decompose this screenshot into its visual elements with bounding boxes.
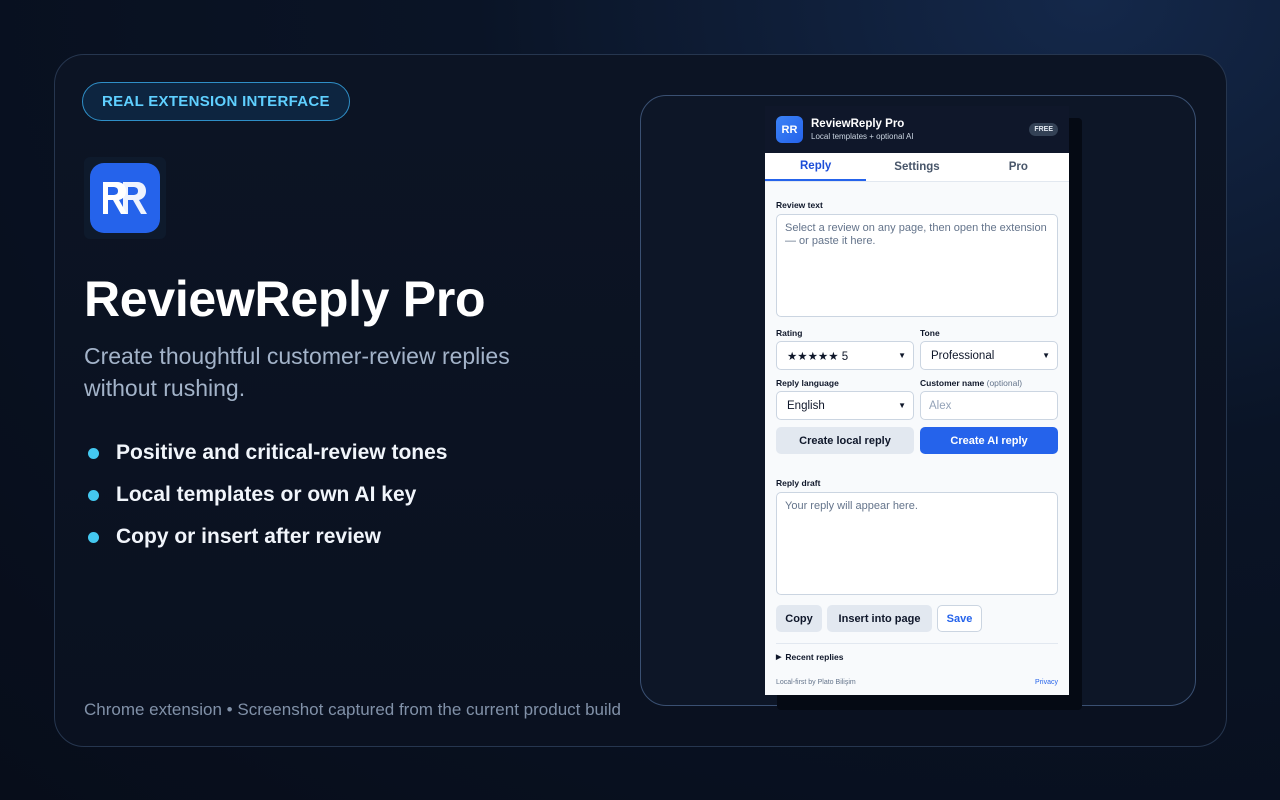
popup-header: RR ReviewReply Pro Local templates + opt… <box>765 106 1069 153</box>
dot-icon <box>88 489 99 501</box>
divider <box>776 643 1058 644</box>
chevron-down-icon: ▼ <box>898 401 906 410</box>
reply-draft-textarea[interactable]: Your reply will appear here. <box>776 492 1058 595</box>
popup-body: Review text Select a review on any page,… <box>765 182 1069 695</box>
extension-popup: RR ReviewReply Pro Local templates + opt… <box>765 106 1069 695</box>
feature-text: Positive and critical-review tones <box>116 441 448 464</box>
customer-name-label-text: Customer name <box>920 378 985 388</box>
tab-settings[interactable]: Settings <box>866 153 967 181</box>
popup-footer-credit: Local-first by Plato Bilişim <box>776 679 856 686</box>
popup-tabs: Reply Settings Pro <box>765 153 1069 182</box>
language-label: Reply language <box>776 378 839 388</box>
tab-reply[interactable]: Reply <box>765 153 867 181</box>
feature-item: Copy or insert after review <box>86 516 447 558</box>
triangle-right-icon: ▶ <box>776 654 782 661</box>
chevron-down-icon: ▼ <box>898 351 906 360</box>
copy-button[interactable]: Copy <box>776 605 822 632</box>
optional-hint: (optional) <box>986 378 1023 388</box>
create-local-reply-button[interactable]: Create local reply <box>776 427 914 454</box>
product-subtitle: Create thoughtful customer-review replie… <box>84 343 510 401</box>
feature-list: Positive and critical-review tones Local… <box>86 432 447 558</box>
rr-monogram-icon <box>90 163 160 233</box>
customer-name-input[interactable]: Alex <box>920 391 1058 420</box>
create-ai-reply-button[interactable]: Create AI reply <box>920 427 1058 454</box>
customer-name-label: Customer name (optional) <box>920 378 1022 388</box>
language-select[interactable]: English ▼ <box>776 391 914 420</box>
tab-pro[interactable]: Pro <box>968 153 1069 181</box>
rating-value: ★★★★★ 5 <box>787 350 849 363</box>
review-textarea[interactable]: Select a review on any page, then open t… <box>776 214 1058 317</box>
rating-label: Rating <box>776 328 803 338</box>
popup-tagline: Local templates + optional AI <box>811 132 914 141</box>
popup-logo: RR <box>776 116 803 143</box>
recent-replies-toggle[interactable]: ▶ Recent replies <box>776 652 844 662</box>
plan-badge: FREE <box>1029 123 1058 136</box>
feature-item: Local templates or own AI key <box>86 474 447 516</box>
language-value: English <box>787 399 825 412</box>
footnote: Chrome extension • Screenshot captured f… <box>84 700 622 719</box>
product-title: ReviewReply Pro <box>84 271 486 327</box>
tone-select[interactable]: Professional ▼ <box>920 341 1058 370</box>
recent-replies-label: Recent replies <box>785 652 844 662</box>
chevron-down-icon: ▼ <box>1042 351 1050 360</box>
feature-text: Local templates or own AI key <box>116 483 417 506</box>
interface-badge: REAL EXTENSION INTERFACE <box>82 82 350 121</box>
app-logo <box>84 157 166 239</box>
reply-draft-label: Reply draft <box>776 478 821 488</box>
insert-into-page-button[interactable]: Insert into page <box>827 605 932 632</box>
tone-value: Professional <box>931 349 995 362</box>
save-button[interactable]: Save <box>937 605 982 632</box>
dot-icon <box>88 531 99 543</box>
privacy-link[interactable]: Privacy <box>1035 679 1058 686</box>
feature-item: Positive and critical-review tones <box>86 432 447 474</box>
tone-label: Tone <box>920 328 940 338</box>
review-text-label: Review text <box>776 200 823 210</box>
rating-select[interactable]: ★★★★★ 5 ▼ <box>776 341 914 370</box>
feature-text: Copy or insert after review <box>116 525 381 548</box>
dot-icon <box>88 447 99 459</box>
popup-app-name: ReviewReply Pro <box>811 118 905 130</box>
